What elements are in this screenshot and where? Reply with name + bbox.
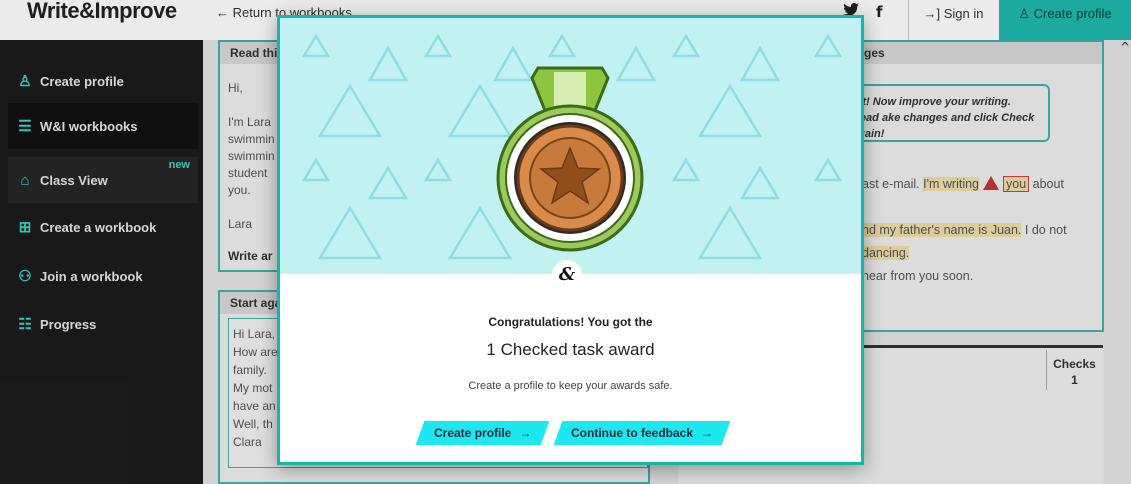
award-modal: & Congratulations! You got the 1 Checked… [277, 15, 864, 465]
keep-awards-text: Create a profile to keep your awards saf… [468, 380, 673, 392]
create-profile-label: Create profile [433, 426, 512, 440]
modal-header-area [280, 18, 861, 274]
brand-ampersand-badge: & [552, 260, 582, 290]
continue-to-feedback-button[interactable]: Continue to feedback → [553, 421, 731, 445]
bronze-star-medal-icon [496, 66, 644, 252]
create-profile-button[interactable]: Create profile → [415, 421, 550, 445]
arrow-right-icon: → [701, 426, 713, 440]
arrow-right-icon: → [519, 426, 532, 440]
continue-label: Continue to feedback [570, 426, 693, 440]
award-title: 1 Checked task award [486, 340, 655, 359]
congratulations-text: Congratulations! You got the [488, 315, 653, 329]
